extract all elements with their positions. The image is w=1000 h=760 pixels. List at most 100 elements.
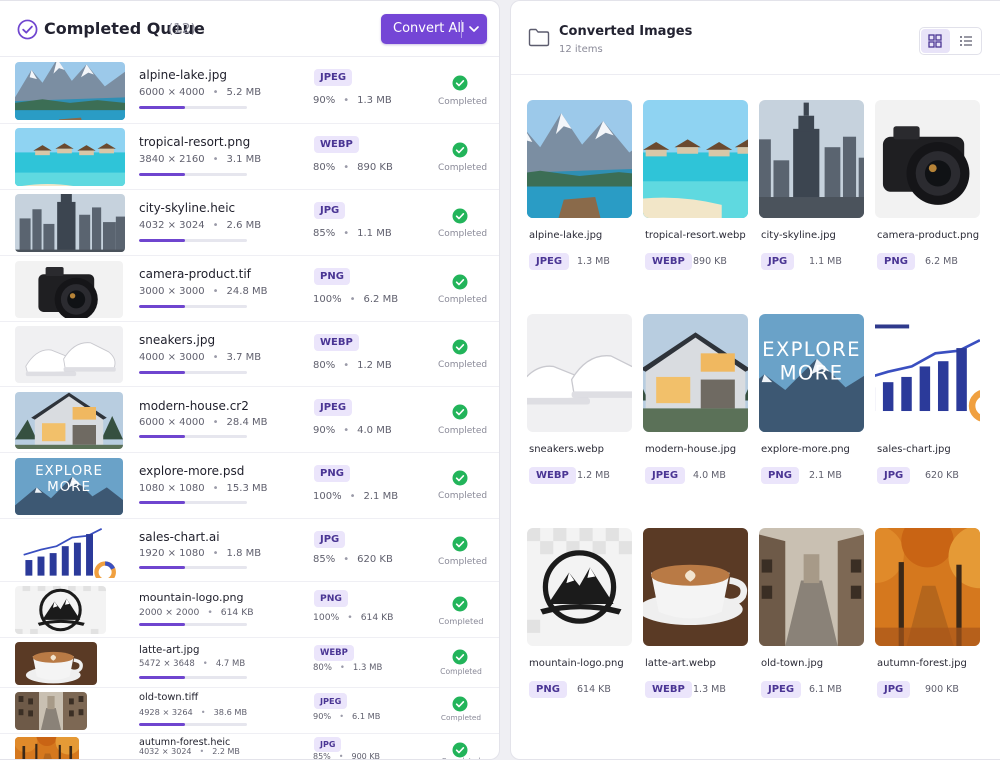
progress-fill bbox=[139, 623, 186, 626]
file-name: modern-house.cr2 bbox=[139, 399, 249, 413]
check-circle-icon bbox=[452, 75, 468, 91]
quality: 100% bbox=[313, 491, 342, 502]
gallery-thumbnail[interactable] bbox=[875, 100, 980, 218]
grid-view-button[interactable] bbox=[921, 29, 950, 53]
queue-row[interactable]: latte-art.jpg 5472 × 3648 • 4.7 MB WEBP 80… bbox=[0, 638, 499, 688]
status-label: Completed bbox=[438, 360, 488, 370]
gallery-thumbnail[interactable] bbox=[643, 314, 748, 432]
gallery-file-size: 1.3 MB bbox=[693, 684, 726, 695]
meta-separator: • bbox=[338, 752, 344, 760]
gallery-thumbnail[interactable] bbox=[759, 100, 864, 218]
meta-separator: • bbox=[339, 711, 345, 721]
chevron-down-icon[interactable] bbox=[467, 23, 481, 35]
file-meta: 4032 × 3024 • 2.2 MB bbox=[139, 747, 240, 756]
completed-queue-panel: Completed Queue (12) Convert All alpine-… bbox=[0, 0, 500, 760]
gallery-thumbnail[interactable] bbox=[875, 314, 980, 432]
quality: 85% bbox=[313, 554, 336, 565]
status-label: Completed bbox=[438, 756, 484, 759]
queue-row[interactable]: sales-chart.ai 1920 × 1080 • 1.8 MB JPG 85… bbox=[0, 519, 499, 582]
gallery-thumbnail[interactable] bbox=[875, 528, 980, 646]
file-meta: 4000 × 3000 • 3.7 MB bbox=[139, 352, 261, 363]
progress-bar bbox=[139, 371, 247, 374]
queue-row[interactable]: tropical-resort.png 3840 × 2160 • 3.1 MB W… bbox=[0, 124, 499, 190]
check-circle-icon bbox=[452, 208, 468, 224]
output-meta: 100% • 614 KB bbox=[313, 612, 394, 623]
queue-thumbnail bbox=[15, 326, 123, 383]
format-badge: WEBP bbox=[314, 136, 359, 153]
check-circle-icon bbox=[452, 470, 468, 486]
gallery-format-badge: JPEG bbox=[761, 681, 802, 698]
convert-all-button[interactable]: Convert All bbox=[381, 14, 487, 44]
queue-count: (12) bbox=[168, 21, 196, 37]
meta-separator: • bbox=[212, 220, 219, 231]
format-badge: JPEG bbox=[314, 693, 348, 709]
output-size: 6.1 MB bbox=[352, 711, 381, 721]
queue-row[interactable]: modern-house.cr2 6000 × 4000 • 28.4 MB JPE… bbox=[0, 387, 499, 453]
queue-row[interactable]: city-skyline.heic 4032 × 3024 • 2.6 MB JPG… bbox=[0, 190, 499, 256]
progress-bar bbox=[139, 566, 247, 569]
button-divider bbox=[461, 20, 462, 38]
file-size: 28.4 MB bbox=[226, 417, 268, 428]
file-dimensions: 4032 × 3024 bbox=[139, 747, 192, 756]
file-dimensions: 5472 × 3648 bbox=[139, 659, 195, 669]
gallery-file-size: 620 KB bbox=[925, 470, 959, 481]
status-label: Completed bbox=[438, 163, 488, 173]
gallery-file-name: city-skyline.jpg bbox=[761, 230, 836, 241]
gallery-thumbnail[interactable] bbox=[643, 528, 748, 646]
output-size: 614 KB bbox=[360, 612, 394, 623]
queue-row[interactable]: sneakers.jpg 4000 × 3000 • 3.7 MB WEBP 80%… bbox=[0, 322, 499, 387]
queue-row[interactable]: camera-product.tif 3000 × 3000 • 24.8 MB P… bbox=[0, 256, 499, 322]
format-badge: WEBP bbox=[314, 334, 359, 351]
status-label: Completed bbox=[440, 713, 482, 722]
output-meta: 100% • 6.2 MB bbox=[313, 294, 398, 305]
queue-row[interactable]: autumn-forest.heic 4032 × 3024 • 2.2 MB JP… bbox=[0, 734, 499, 760]
meta-separator: • bbox=[212, 548, 219, 559]
format-badge: JPG bbox=[314, 202, 346, 219]
meta-separator: • bbox=[212, 87, 219, 98]
gallery-file-name: sales-chart.jpg bbox=[877, 444, 951, 455]
queue-row[interactable]: alpine-lake.jpg 6000 × 4000 • 5.2 MB JPEG … bbox=[0, 57, 499, 124]
file-meta: 6000 × 4000 • 28.4 MB bbox=[139, 417, 267, 428]
output-meta: 80% • 1.3 MB bbox=[313, 663, 382, 673]
file-name: sneakers.jpg bbox=[139, 333, 216, 347]
meta-separator: • bbox=[349, 294, 356, 305]
gallery-format-badge: JPG bbox=[761, 253, 795, 270]
gallery-thumbnail[interactable] bbox=[643, 100, 748, 218]
meta-separator: • bbox=[200, 707, 206, 717]
quality: 100% bbox=[313, 294, 342, 305]
gallery-thumbnail[interactable] bbox=[759, 528, 864, 646]
gallery-format-badge: PNG bbox=[529, 681, 567, 698]
queue-row[interactable]: mountain-logo.png 2000 × 2000 • 614 KB PNG… bbox=[0, 582, 499, 638]
file-name: latte-art.jpg bbox=[139, 645, 200, 656]
svg-text:EXPLORE: EXPLORE bbox=[762, 338, 861, 361]
file-dimensions: 6000 × 4000 bbox=[139, 87, 205, 98]
progress-bar bbox=[139, 435, 247, 438]
progress-bar bbox=[139, 173, 247, 176]
progress-fill bbox=[139, 239, 186, 242]
format-badge: JPEG bbox=[314, 69, 353, 86]
quality: 80% bbox=[313, 360, 336, 371]
gallery-thumbnail[interactable]: EXPLORE MORE bbox=[759, 314, 864, 432]
queue-row[interactable]: old-town.tiff 4928 × 3264 • 38.6 MB JPEG 9… bbox=[0, 688, 499, 734]
file-meta: 3000 × 3000 • 24.8 MB bbox=[139, 286, 267, 297]
meta-separator: • bbox=[343, 554, 350, 565]
gallery-file-name: mountain-logo.png bbox=[529, 658, 624, 669]
list-view-button[interactable] bbox=[952, 29, 981, 53]
gallery-thumbnail[interactable] bbox=[527, 528, 632, 646]
gallery-thumbnail[interactable] bbox=[527, 314, 632, 432]
gallery-file-size: 6.1 MB bbox=[809, 684, 842, 695]
file-size: 2.6 MB bbox=[226, 220, 262, 231]
file-name: explore-more.psd bbox=[139, 464, 245, 478]
file-dimensions: 3000 × 3000 bbox=[139, 286, 205, 297]
gallery-format-badge: WEBP bbox=[529, 467, 576, 484]
gallery-thumbnail[interactable] bbox=[527, 100, 632, 218]
file-name: tropical-resort.png bbox=[139, 135, 251, 149]
progress-fill bbox=[139, 173, 186, 176]
gallery-file-name: explore-more.png bbox=[761, 444, 850, 455]
progress-fill bbox=[139, 501, 186, 504]
file-name: camera-product.tif bbox=[139, 267, 251, 281]
file-size: 15.3 MB bbox=[226, 483, 268, 494]
queue-row[interactable]: EXPLORE MORE explore-more.psd 1080 × 108… bbox=[0, 453, 499, 519]
gallery-format-badge: PNG bbox=[761, 467, 799, 484]
gallery-format-badge: WEBP bbox=[645, 253, 692, 270]
